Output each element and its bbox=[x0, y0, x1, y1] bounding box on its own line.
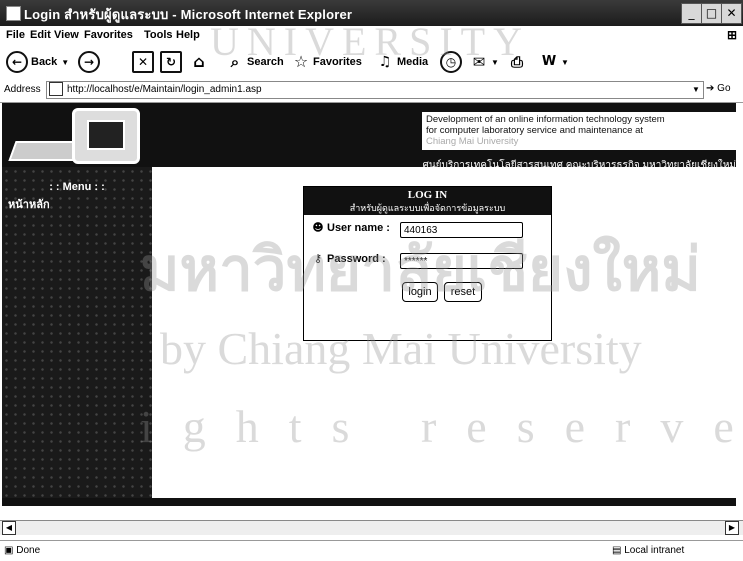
title-bar: Login สำหรับผู้ดูแลระบบ - Microsoft Inte… bbox=[0, 0, 743, 26]
close-button[interactable]: ✕ bbox=[721, 3, 742, 24]
description-line-3: Chiang Mai University bbox=[426, 136, 519, 147]
go-label: Go bbox=[717, 83, 731, 94]
print-icon: ⎙ bbox=[510, 53, 523, 71]
scroll-right-icon[interactable]: ▶ bbox=[725, 521, 739, 535]
username-row: ☻ User name : bbox=[312, 221, 390, 235]
sidebar-item-home[interactable]: หน้าหลัก bbox=[8, 195, 50, 213]
chevron-down-icon: ▼ bbox=[61, 57, 70, 67]
chevron-down-icon: ▼ bbox=[561, 57, 569, 67]
login-header: LOG IN สำหรับผู้ดูแลระบบเพื่อจัดการข้อมู… bbox=[304, 187, 551, 215]
address-bar: Address http://localhost/e/Maintain/logi… bbox=[0, 78, 743, 103]
description-line-2: for computer laboratory service and main… bbox=[426, 125, 644, 136]
go-button[interactable]: ➔ Go bbox=[706, 83, 731, 94]
star-icon: ☆ bbox=[293, 52, 309, 71]
menu-tools[interactable]: Tools bbox=[144, 29, 173, 41]
zone-label: Local intranet bbox=[624, 545, 685, 556]
edit-icon: W bbox=[541, 54, 557, 69]
computer-monitor-graphic bbox=[72, 108, 140, 164]
menu-view[interactable]: View bbox=[54, 29, 79, 41]
mail-icon: ✉ bbox=[472, 53, 486, 71]
site-header: Development of an online information tec… bbox=[2, 103, 736, 167]
horizontal-scrollbar[interactable]: ◀ ▶ bbox=[0, 520, 743, 535]
sidebar-heading: : : Menu : : bbox=[49, 181, 105, 193]
key-icon: ⚷ bbox=[313, 252, 323, 265]
site-subtitle: ศูนย์บริการเทคโนโลยีสารสนเทศ คณะบริหารธุ… bbox=[422, 160, 736, 167]
menu-favorites[interactable]: Favorites bbox=[84, 29, 133, 41]
login-title: LOG IN bbox=[407, 189, 448, 201]
security-zone: ▤ Local intranet bbox=[612, 545, 685, 556]
media-button[interactable]: ♫ Media bbox=[376, 51, 428, 73]
address-url: http://localhost/e/Maintain/login_admin1… bbox=[67, 84, 262, 95]
keyboard-graphic bbox=[8, 141, 82, 161]
favorites-label: Favorites bbox=[313, 56, 362, 68]
search-icon: ⌕ bbox=[230, 53, 240, 71]
minimize-button[interactable]: _ bbox=[681, 3, 702, 24]
favorites-button[interactable]: ☆ Favorites bbox=[292, 51, 362, 73]
back-label: Back bbox=[31, 56, 58, 68]
login-panel: LOG IN สำหรับผู้ดูแลระบบเพื่อจัดการข้อมู… bbox=[303, 186, 552, 341]
home-icon: ⌂ bbox=[193, 52, 205, 71]
maximize-button[interactable]: □ bbox=[701, 3, 722, 24]
address-input[interactable]: http://localhost/e/Maintain/login_admin1… bbox=[46, 81, 704, 99]
address-label: Address bbox=[4, 84, 41, 95]
menu-help[interactable]: Help bbox=[176, 29, 200, 41]
forward-button[interactable]: → bbox=[78, 51, 103, 73]
back-arrow-icon: ← bbox=[6, 51, 28, 73]
password-row: ⚷ Password : bbox=[312, 252, 386, 266]
windows-logo-icon: ⊞ bbox=[726, 28, 737, 42]
menu-edit[interactable]: Edit bbox=[30, 29, 51, 41]
search-button[interactable]: ⌕ Search bbox=[226, 51, 284, 73]
print-button[interactable]: ⎙ bbox=[508, 51, 529, 73]
status-bar: ▣ Done ▤ Local intranet bbox=[0, 540, 743, 561]
page-footer-bar bbox=[2, 498, 736, 506]
site-description: Development of an online information tec… bbox=[422, 112, 736, 150]
media-label: Media bbox=[397, 56, 429, 68]
chevron-down-icon: ▼ bbox=[491, 57, 499, 67]
window-title: Login สำหรับผู้ดูแลระบบ - Microsoft Inte… bbox=[24, 7, 353, 22]
status-done: Done bbox=[16, 545, 41, 556]
sidebar-pattern bbox=[2, 167, 152, 499]
back-button[interactable]: ← Back ▼ bbox=[6, 51, 69, 73]
login-subtitle: สำหรับผู้ดูแลระบบเพื่อจัดการข้อมูลระบบ bbox=[349, 203, 506, 213]
history-icon: ◷ bbox=[440, 51, 462, 73]
media-icon: ♫ bbox=[378, 54, 392, 70]
ie-icon bbox=[6, 6, 21, 21]
status-text: ▣ Done bbox=[4, 545, 41, 556]
username-input[interactable]: 440163 bbox=[400, 222, 523, 238]
stop-icon: ✕ bbox=[132, 51, 154, 73]
login-button[interactable]: login bbox=[402, 282, 438, 302]
search-label: Search bbox=[247, 56, 284, 68]
user-icon: ☻ bbox=[312, 221, 324, 234]
edit-button[interactable]: W ▼ bbox=[540, 51, 569, 73]
sidebar: : : Menu : : หน้าหลัก bbox=[2, 167, 152, 499]
history-button[interactable]: ◷ bbox=[440, 51, 465, 73]
monitor-screen bbox=[87, 120, 125, 150]
toolbar: ← Back ▼ → ✕ ↻ ⌂ ⌕ Search ☆ Favorites ♫ … bbox=[0, 46, 743, 78]
password-label: Password : bbox=[327, 253, 386, 265]
refresh-button[interactable]: ↻ bbox=[160, 51, 185, 73]
page-icon bbox=[49, 82, 63, 97]
refresh-icon: ↻ bbox=[160, 51, 182, 73]
reset-button[interactable]: reset bbox=[444, 282, 482, 302]
forward-arrow-icon: → bbox=[78, 51, 100, 73]
chevron-down-icon[interactable]: ▼ bbox=[689, 82, 703, 98]
description-line-1: Development of an online information tec… bbox=[426, 114, 665, 125]
menu-file[interactable]: File bbox=[6, 29, 25, 41]
scroll-left-icon[interactable]: ◀ bbox=[2, 521, 16, 535]
stop-button[interactable]: ✕ bbox=[132, 51, 157, 73]
mail-button[interactable]: ✉ ▼ bbox=[470, 51, 499, 73]
home-button[interactable]: ⌂ bbox=[190, 51, 211, 73]
menu-bar: File Edit View Favorites Tools Help ⊞ bbox=[0, 26, 743, 46]
password-input[interactable]: ****** bbox=[400, 253, 523, 269]
username-label: User name : bbox=[327, 222, 390, 234]
